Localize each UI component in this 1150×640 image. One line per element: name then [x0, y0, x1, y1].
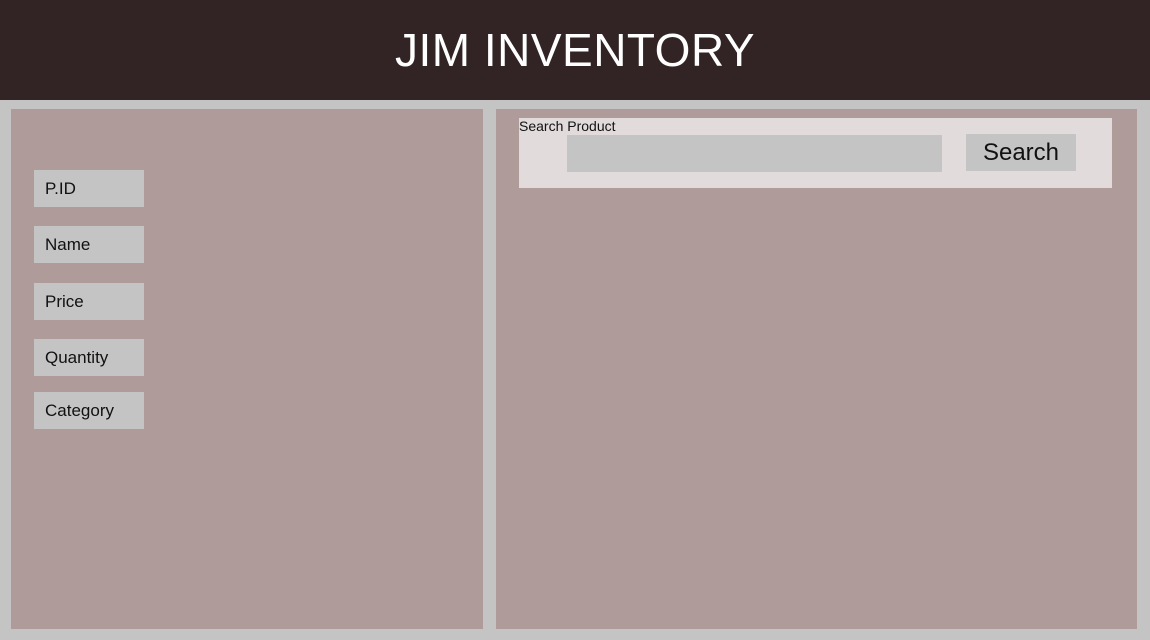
field-label-quantity: Quantity	[34, 339, 144, 376]
app-header: JIM INVENTORY	[0, 0, 1150, 100]
search-caption: Search Product	[519, 118, 616, 134]
field-label-pid: P.ID	[34, 170, 144, 207]
field-label-name: Name	[34, 226, 144, 263]
field-label-price: Price	[34, 283, 144, 320]
product-form-panel: P.ID Name Price Quantity Category	[11, 109, 483, 629]
search-input[interactable]	[567, 135, 942, 172]
search-results-panel: Search Product Search	[496, 109, 1137, 629]
search-box: Search Product Search	[519, 118, 1112, 188]
field-label-category: Category	[34, 392, 144, 429]
app-title: JIM INVENTORY	[394, 24, 756, 76]
search-button[interactable]: Search	[966, 134, 1076, 171]
